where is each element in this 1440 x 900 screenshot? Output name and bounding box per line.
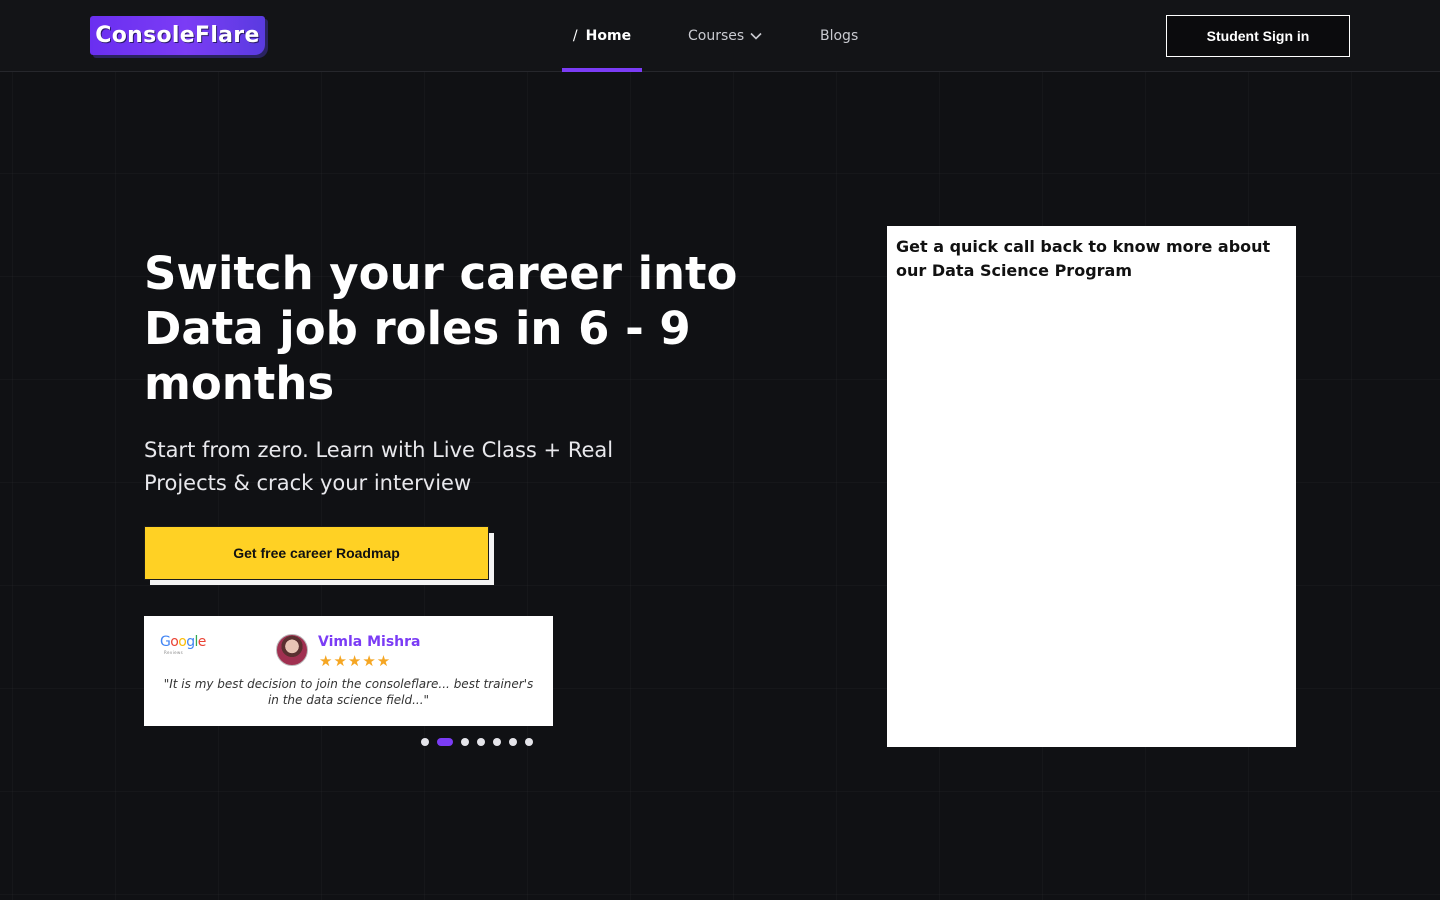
google-reviews-caption: Reviews: [164, 650, 184, 655]
nav-blogs[interactable]: Blogs: [820, 0, 858, 72]
hero-title: Switch your career into Data job roles i…: [144, 247, 738, 410]
reviewer-name: Vimla Mishra: [318, 634, 421, 650]
career-roadmap-button[interactable]: Get free career Roadmap: [144, 526, 489, 580]
nav-courses-dropdown[interactable]: Courses: [688, 0, 762, 72]
nav-active-indicator: [562, 68, 642, 72]
hero-subtitle: Start from zero. Learn with Live Class +…: [144, 438, 614, 495]
reviewer-avatar: [276, 634, 308, 666]
carousel-dot-3[interactable]: [461, 738, 469, 746]
nav-courses-label: Courses: [688, 28, 745, 44]
callback-form-title: Get a quick call back to know more about…: [896, 237, 1271, 280]
nav-home-slash: /: [572, 28, 578, 44]
callback-form-card: Get a quick call back to know more about…: [887, 226, 1296, 747]
carousel-dot-2[interactable]: [437, 738, 453, 746]
chevron-down-icon: [750, 32, 762, 40]
review-text: "It is my best decision to join the cons…: [163, 677, 534, 707]
site-header: ConsoleFlare / Home Courses Blogs Studen…: [0, 0, 1440, 72]
google-logo: Google: [160, 634, 206, 650]
carousel-dots: [421, 738, 533, 746]
carousel-dot-7[interactable]: [525, 738, 533, 746]
nav-blogs-label: Blogs: [820, 28, 859, 44]
student-sign-in-button[interactable]: Student Sign in: [1166, 15, 1350, 57]
nav-home-label: Home: [585, 28, 632, 44]
carousel-dot-5[interactable]: [493, 738, 501, 746]
nav-home[interactable]: / Home: [562, 0, 642, 72]
carousel-dot-1[interactable]: [421, 738, 429, 746]
star-rating: ★★★★★: [319, 652, 392, 670]
google-logo-text: Google: [160, 634, 206, 650]
carousel-dot-4[interactable]: [477, 738, 485, 746]
carousel-dot-6[interactable]: [509, 738, 517, 746]
review-card: Google Reviews Vimla Mishra ★★★★★ "It is…: [144, 616, 553, 726]
logo-text: ConsoleFlare: [95, 23, 260, 48]
consoleflare-logo[interactable]: ConsoleFlare: [90, 16, 265, 55]
